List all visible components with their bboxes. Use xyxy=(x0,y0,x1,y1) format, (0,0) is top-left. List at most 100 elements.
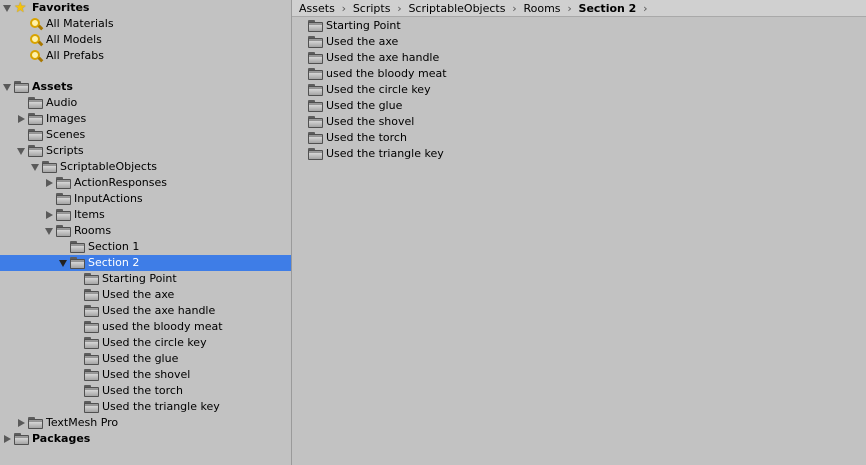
tree-item-label: InputActions xyxy=(74,192,143,205)
folder-icon xyxy=(14,433,29,445)
list-item-label: Used the circle key xyxy=(326,83,431,96)
list-item-label: used the bloody meat xyxy=(326,67,447,80)
tree-item-used-the-triangle-key[interactable]: Used the triangle key xyxy=(0,399,291,415)
tree-item-used-the-glue[interactable]: Used the glue xyxy=(0,351,291,367)
folder-icon xyxy=(14,81,29,93)
list-item[interactable]: Used the triangle key xyxy=(292,146,866,162)
folder-icon xyxy=(56,209,71,221)
tree-item-items[interactable]: Items xyxy=(0,207,291,223)
list-item[interactable]: Starting Point xyxy=(292,18,866,34)
tree-item-scriptable-objects[interactable]: ScriptableObjects xyxy=(0,159,291,175)
breadcrumb-item-section-2[interactable]: Section 2 xyxy=(578,2,638,15)
star-icon: ★ xyxy=(14,0,27,16)
tree-item-used-the-axe[interactable]: Used the axe xyxy=(0,287,291,303)
tree-item-rooms[interactable]: Rooms xyxy=(0,223,291,239)
tree-item-favorites[interactable]: ★ Favorites xyxy=(0,0,291,16)
list-item[interactable]: Used the circle key xyxy=(292,82,866,98)
tree-item-scripts[interactable]: Scripts xyxy=(0,143,291,159)
expand-arrow-icon[interactable] xyxy=(3,5,11,12)
folder-icon xyxy=(308,100,323,112)
expand-arrow-icon[interactable] xyxy=(31,164,39,171)
folder-icon xyxy=(84,385,99,397)
folder-icon xyxy=(28,97,43,109)
folder-icon xyxy=(84,321,99,333)
tree-item-audio[interactable]: Audio xyxy=(0,95,291,111)
folder-icon xyxy=(84,401,99,413)
folder-contents-panel: Assets › Scripts › ScriptableObjects › R… xyxy=(292,0,866,465)
chevron-right-icon: › xyxy=(512,1,517,15)
chevron-right-icon: › xyxy=(643,1,648,15)
search-icon xyxy=(29,18,44,31)
folder-icon xyxy=(308,68,323,80)
tree-item-used-the-torch[interactable]: Used the torch xyxy=(0,383,291,399)
list-item-label: Used the axe handle xyxy=(326,51,440,64)
list-item-label: Used the torch xyxy=(326,131,407,144)
tree-item-all-prefabs[interactable]: All Prefabs xyxy=(0,48,291,64)
tree-item-section-1[interactable]: Section 1 xyxy=(0,239,291,255)
chevron-right-icon: › xyxy=(341,1,347,15)
list-item[interactable]: Used the torch xyxy=(292,130,866,146)
breadcrumb-item-rooms[interactable]: Rooms xyxy=(522,2,561,15)
tree-item-label: used the bloody meat xyxy=(102,320,223,333)
folder-icon xyxy=(308,132,323,144)
folder-icon xyxy=(56,225,71,237)
expand-arrow-icon[interactable] xyxy=(4,435,11,443)
tree-item-label: Used the torch xyxy=(102,384,183,397)
folder-icon xyxy=(56,193,71,205)
list-item[interactable]: Used the glue xyxy=(292,98,866,114)
tree-item-scenes[interactable]: Scenes xyxy=(0,127,291,143)
folder-icon xyxy=(70,241,85,253)
tree-item-label: TextMesh Pro xyxy=(46,416,119,429)
tree-item-label: Used the triangle key xyxy=(102,400,220,413)
list-item-label: Used the axe xyxy=(326,35,399,48)
tree-item-used-the-circle-key[interactable]: Used the circle key xyxy=(0,335,291,351)
expand-arrow-icon[interactable] xyxy=(3,84,11,91)
expand-arrow-icon[interactable] xyxy=(18,115,25,123)
expand-arrow-icon[interactable] xyxy=(46,211,53,219)
chevron-right-icon: › xyxy=(397,1,402,15)
expand-arrow-icon[interactable] xyxy=(17,148,25,155)
folder-icon xyxy=(308,148,323,160)
tree-item-label: Used the axe xyxy=(102,288,175,301)
tree-item-used-the-shovel[interactable]: Used the shovel xyxy=(0,367,291,383)
tree-item-all-materials[interactable]: All Materials xyxy=(0,16,291,32)
tree-item-used-the-bloody-meat[interactable]: used the bloody meat xyxy=(0,319,291,335)
tree-item-input-actions[interactable]: InputActions xyxy=(0,191,291,207)
list-item-label: Used the triangle key xyxy=(326,147,444,160)
folder-icon xyxy=(28,113,43,125)
breadcrumb-item-scriptable-objects[interactable]: ScriptableObjects xyxy=(407,2,506,15)
folder-icon xyxy=(84,369,99,381)
tree-item-action-responses[interactable]: ActionResponses xyxy=(0,175,291,191)
list-item[interactable]: Used the axe xyxy=(292,34,866,50)
tree-item-label: Assets xyxy=(32,80,73,93)
folder-icon xyxy=(42,161,57,173)
list-item[interactable]: Used the shovel xyxy=(292,114,866,130)
tree-item-used-the-axe-handle[interactable]: Used the axe handle xyxy=(0,303,291,319)
expand-arrow-icon[interactable] xyxy=(46,179,53,187)
tree-item-label: Section 2 xyxy=(88,256,140,269)
list-item-label: Starting Point xyxy=(326,19,401,32)
expand-arrow-icon[interactable] xyxy=(45,228,53,235)
tree-item-label: Items xyxy=(74,208,105,221)
tree-item-textmesh-pro[interactable]: TextMesh Pro xyxy=(0,415,291,431)
tree-item-label: Section 1 xyxy=(88,240,140,253)
tree-item-packages[interactable]: Packages xyxy=(0,431,291,447)
tree-item-label: Used the axe handle xyxy=(102,304,216,317)
expand-arrow-icon[interactable] xyxy=(18,419,25,427)
tree-item-images[interactable]: Images xyxy=(0,111,291,127)
expand-arrow-icon[interactable] xyxy=(59,260,67,267)
list-item[interactable]: Used the axe handle xyxy=(292,50,866,66)
tree-item-label: Used the shovel xyxy=(102,368,191,381)
folder-icon xyxy=(308,84,323,96)
folder-icon xyxy=(84,353,99,365)
tree-item-starting-point[interactable]: Starting Point xyxy=(0,271,291,287)
breadcrumb-item-assets[interactable]: Assets xyxy=(298,2,336,15)
tree-item-assets[interactable]: Assets xyxy=(0,79,291,95)
tree-item-section-2[interactable]: Section 2 xyxy=(0,255,291,271)
tree-item-all-models[interactable]: All Models xyxy=(0,32,291,48)
breadcrumb: Assets › Scripts › ScriptableObjects › R… xyxy=(292,0,866,17)
tree-item-label: Starting Point xyxy=(102,272,177,285)
breadcrumb-item-scripts[interactable]: Scripts xyxy=(352,2,392,15)
tree-item-label: ScriptableObjects xyxy=(60,160,158,173)
list-item[interactable]: used the bloody meat xyxy=(292,66,866,82)
